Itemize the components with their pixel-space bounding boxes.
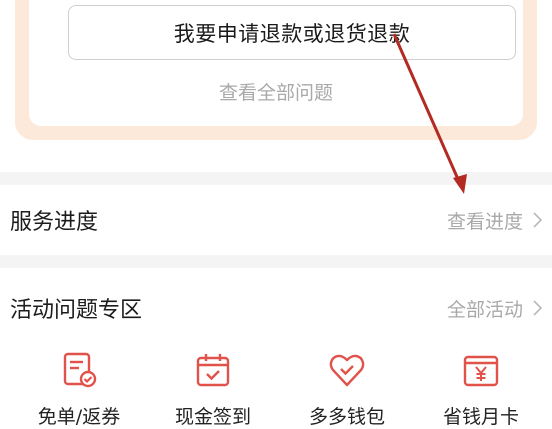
yen-card-icon xyxy=(463,355,499,387)
service-progress-title: 服务进度 xyxy=(10,210,99,235)
view-progress-link[interactable]: 查看进度 xyxy=(447,207,542,234)
activity-section-header: 活动问题专区 全部活动 xyxy=(0,273,552,343)
activity-section-title: 活动问题专区 xyxy=(10,298,143,323)
refund-request-button-label: 我要申请退款或退货退款 xyxy=(173,21,411,46)
all-activities-label: 全部活动 xyxy=(446,298,523,321)
activity-item-monthly-card[interactable]: 省钱月卡 xyxy=(412,340,550,429)
view-all-issues-link[interactable]: 查看全部问题 xyxy=(29,78,523,105)
heart-wallet-icon xyxy=(329,354,365,387)
all-activities-link[interactable]: 全部活动 xyxy=(447,295,542,322)
section-divider xyxy=(0,172,552,185)
activity-item-free-order[interactable]: 免单/返券 xyxy=(10,340,148,429)
activity-item-label: 省钱月卡 xyxy=(442,406,519,428)
view-progress-label: 查看进度 xyxy=(446,210,523,233)
help-card: 我要申请退款或退货退款 查看全部问题 xyxy=(15,0,537,140)
activity-item-wallet[interactable]: 多多钱包 xyxy=(278,340,416,429)
service-progress-row[interactable]: 服务进度 查看进度 xyxy=(0,185,552,255)
calendar-check-icon xyxy=(196,354,230,387)
refund-request-button[interactable]: 我要申请退款或退货退款 xyxy=(68,5,516,60)
activity-grid: 免单/返券 现金签到 多多钱包 省钱月卡 xyxy=(0,340,552,428)
section-divider xyxy=(0,255,552,268)
help-card-inner: 我要申请退款或退货退款 查看全部问题 xyxy=(29,0,523,126)
activity-item-cash-checkin[interactable]: 现金签到 xyxy=(144,340,282,429)
activity-item-label: 现金签到 xyxy=(174,406,251,428)
chevron-right-icon xyxy=(533,212,542,228)
activity-item-label: 免单/返券 xyxy=(37,406,121,428)
activity-item-label: 多多钱包 xyxy=(308,406,385,428)
chevron-right-icon xyxy=(533,300,542,316)
coupon-check-icon xyxy=(63,352,97,388)
